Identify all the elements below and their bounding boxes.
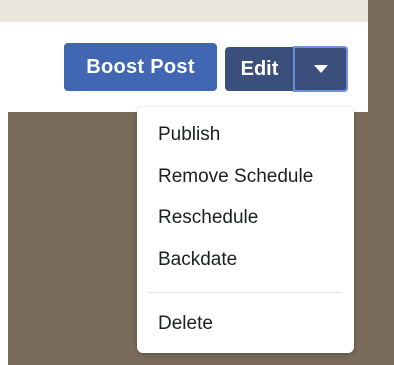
page-background bbox=[368, 0, 394, 365]
menu-item-backdate[interactable]: Backdate bbox=[137, 240, 354, 280]
page: Boost Post Edit Publish Remove Schedule … bbox=[0, 0, 394, 365]
caret-down-icon bbox=[313, 65, 328, 73]
menu-item-publish[interactable]: Publish bbox=[137, 115, 354, 155]
edit-button[interactable]: Edit bbox=[225, 47, 294, 91]
menu-divider bbox=[149, 292, 342, 293]
boost-post-button[interactable]: Boost Post bbox=[64, 43, 217, 91]
edit-dropdown-button[interactable] bbox=[293, 46, 348, 92]
edit-dropdown-menu: Publish Remove Schedule Reschedule Backd… bbox=[137, 107, 354, 353]
menu-item-delete[interactable]: Delete bbox=[137, 304, 354, 344]
menu-item-reschedule[interactable]: Reschedule bbox=[137, 198, 354, 238]
post-card-header-strip bbox=[0, 0, 368, 22]
card-left-edge bbox=[0, 112, 8, 365]
menu-item-remove-schedule[interactable]: Remove Schedule bbox=[137, 157, 354, 197]
